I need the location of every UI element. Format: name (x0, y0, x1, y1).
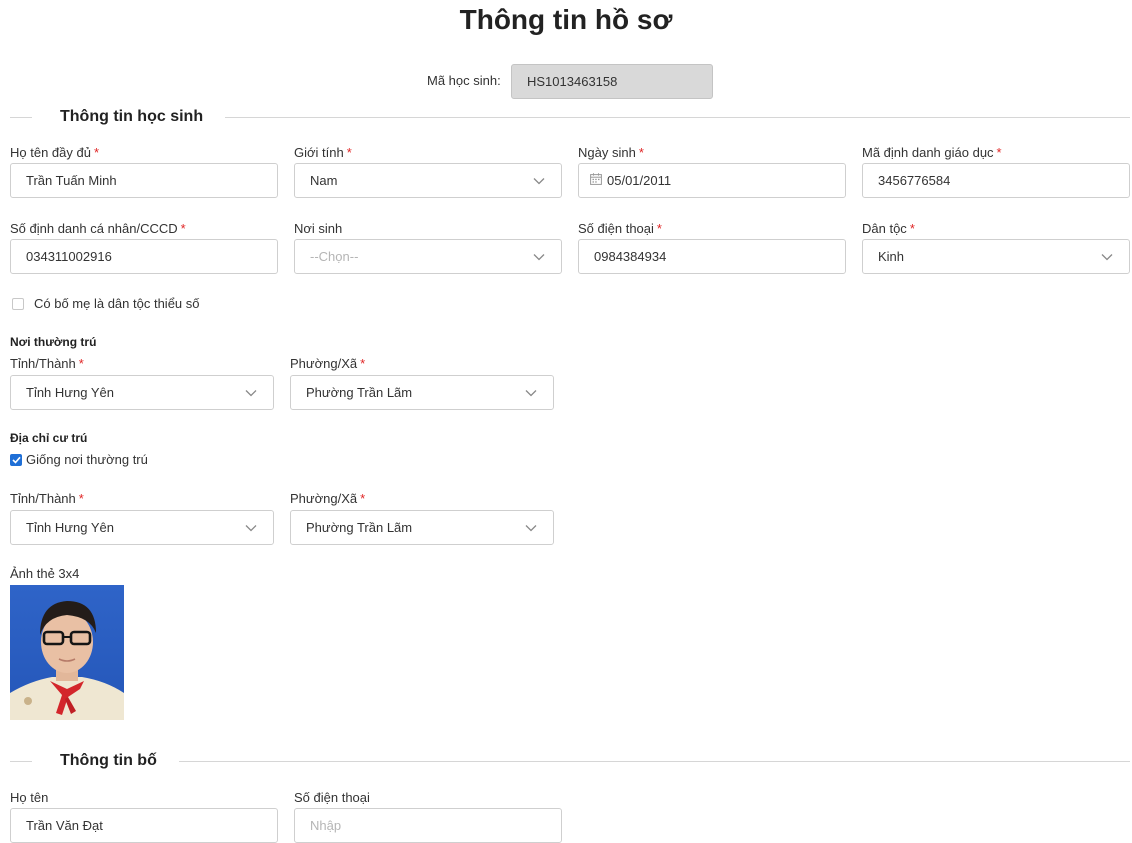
student-code-field: HS1013463158 (511, 64, 713, 99)
section-student-title: Thông tin học sinh (60, 108, 204, 125)
minority-parent-row[interactable]: Có bố mẹ là dân tộc thiểu số (12, 296, 200, 311)
chevron-down-icon (1100, 250, 1114, 264)
photo-label: Ảnh thẻ 3x4 (10, 566, 80, 581)
gender-select[interactable]: Nam (294, 163, 562, 198)
same-as-permanent-row[interactable]: Giống nơi thường trú (10, 452, 148, 467)
calendar-icon (590, 173, 607, 188)
birthplace-select[interactable]: --Chọn-- (294, 239, 562, 274)
citizen-id-label: Số định danh cá nhân/CCCD * (10, 221, 186, 236)
edu-id-label: Mã định danh giáo dục * (862, 145, 1002, 160)
full-name-label: Họ tên đầy đủ * (10, 145, 100, 160)
full-name-input[interactable]: Trần Tuấn Minh (10, 163, 278, 198)
father-phone-input[interactable]: Nhập (294, 808, 562, 843)
father-name-label: Họ tên (10, 790, 49, 805)
permanent-province-label: Tỉnh/Thành * (10, 356, 84, 371)
student-code-label: Mã học sinh: (427, 73, 501, 88)
minority-parent-label: Có bố mẹ là dân tộc thiểu số (34, 296, 200, 311)
residence-ward-label: Phường/Xã * (290, 491, 366, 506)
section-student-header: Thông tin học sinh (10, 108, 1130, 126)
father-phone-label: Số điện thoại (294, 790, 370, 805)
chevron-down-icon (244, 386, 258, 400)
birthplace-label: Nơi sinh (294, 221, 343, 236)
chevron-down-icon (524, 386, 538, 400)
residence-province-select[interactable]: Tỉnh Hưng Yên (10, 510, 274, 545)
permanent-ward-label: Phường/Xã * (290, 356, 366, 371)
permanent-ward-select[interactable]: Phường Trần Lãm (290, 375, 554, 410)
citizen-id-input[interactable]: 034311002916 (10, 239, 278, 274)
ethnicity-select[interactable]: Kinh (862, 239, 1130, 274)
phone-label: Số điện thoại * (578, 221, 662, 236)
section-father-header: Thông tin bố (10, 752, 1130, 770)
permanent-heading: Nơi thường trú (10, 335, 97, 349)
student-code-value: HS1013463158 (527, 74, 618, 89)
minority-parent-checkbox[interactable] (12, 297, 24, 310)
section-father-title: Thông tin bố (60, 752, 157, 769)
chevron-down-icon (244, 521, 258, 535)
gender-label: Giới tính * (294, 145, 352, 160)
student-photo (10, 585, 124, 720)
permanent-province-select[interactable]: Tỉnh Hưng Yên (10, 375, 274, 410)
same-as-permanent-label: Giống nơi thường trú (26, 452, 148, 467)
dob-input[interactable]: 05/01/2011 (578, 163, 846, 198)
page-title: Thông tin hồ sơ (459, 4, 673, 35)
residence-ward-select[interactable]: Phường Trần Lãm (290, 510, 554, 545)
residence-province-label: Tỉnh/Thành * (10, 491, 84, 506)
check-icon (11, 456, 21, 464)
residence-heading: Địa chỉ cư trú (10, 431, 88, 445)
dob-label: Ngày sinh * (578, 145, 644, 160)
same-as-permanent-checkbox[interactable] (10, 453, 22, 466)
chevron-down-icon (532, 174, 546, 188)
chevron-down-icon (524, 521, 538, 535)
chevron-down-icon (532, 250, 546, 264)
ethnicity-label: Dân tộc * (862, 221, 915, 236)
edu-id-input[interactable]: 3456776584 (862, 163, 1130, 198)
father-name-input[interactable]: Trần Văn Đạt (10, 808, 278, 843)
phone-input[interactable]: 0984384934 (578, 239, 846, 274)
